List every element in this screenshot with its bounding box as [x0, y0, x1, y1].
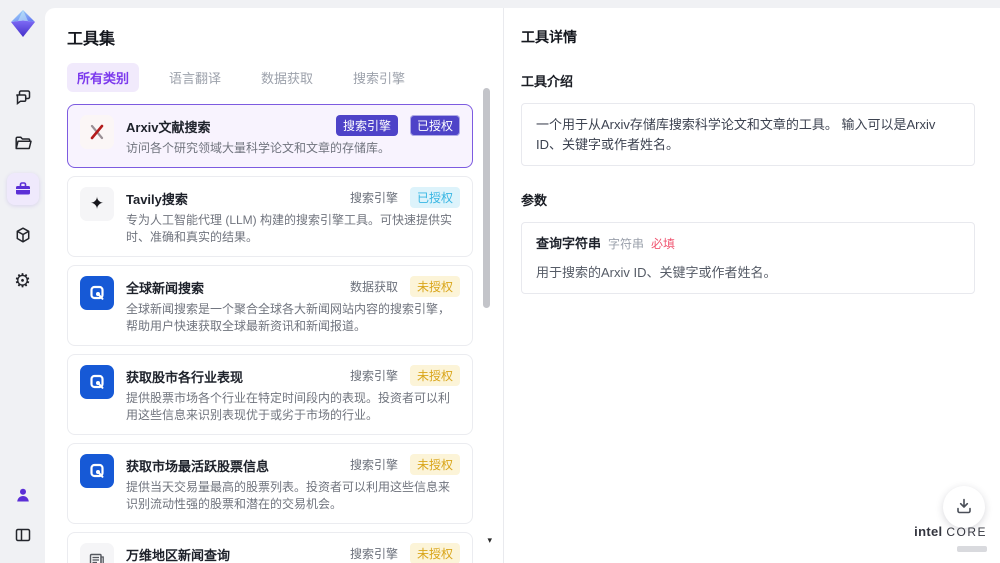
download-button[interactable] [943, 486, 985, 528]
tab-搜索引擎[interactable]: 搜索引擎 [343, 63, 415, 92]
tool-description: 提供股票市场各个行业在特定时间段内的表现。投资者可以利用这些信息来识别表现优于或… [126, 391, 451, 423]
tool-list: Arxiv文献搜索 搜索引擎 已授权 访问各个研究领域大量科学论文和文章的存储库… [67, 104, 473, 563]
intro-box: 一个用于从Arxiv存储库搜索科学论文和文章的工具。 输入可以是Arxiv ID… [521, 103, 975, 166]
core-wordmark: CORE [946, 525, 987, 539]
tool-title: Tavily搜索 [126, 192, 188, 208]
tool-auth-badge: 已授权 [409, 115, 460, 136]
intel-sub-badge [957, 546, 987, 552]
intro-heading: 工具介绍 [521, 74, 574, 89]
tool-description: 提供当天交易量最高的股票列表。投资者可以利用这些信息来识别流动性强的股票和潜在的… [126, 480, 451, 512]
tab-语言翻译[interactable]: 语言翻译 [159, 63, 231, 92]
tool-category-tag: 搜索引擎 [349, 369, 398, 384]
app-logo-icon [6, 7, 40, 41]
sidebar-item-settings[interactable]: ⚙ [7, 265, 39, 297]
scrollbar-thumb[interactable] [483, 88, 490, 308]
tab-所有类别[interactable]: 所有类别 [67, 63, 140, 92]
page-title: 工具集 [67, 31, 116, 48]
tool-category-tag: 数据获取 [349, 280, 398, 295]
arxiv-icon [80, 115, 114, 149]
tools-pane: 工具集 所有类别 语言翻译 数据获取 搜索引擎 Arxiv文献搜索 搜索引擎 已授权 … [45, 8, 503, 563]
intel-wordmark: intel [914, 524, 943, 539]
tab-数据获取[interactable]: 数据获取 [251, 63, 323, 92]
tool-card[interactable]: 全球新闻搜索 数据获取 未授权 全球新闻搜索是一个聚合全球各大新闻网站内容的搜索… [67, 265, 473, 347]
gear-icon: ⚙ [13, 270, 32, 292]
download-icon [954, 496, 974, 519]
sidebar-item-packages[interactable] [7, 219, 39, 251]
tool-auth-badge: 未授权 [409, 276, 460, 298]
tool-auth-badge: 未授权 [409, 543, 460, 563]
params-heading: 参数 [521, 193, 548, 208]
panels-icon [13, 525, 33, 545]
intro-text: 一个用于从Arxiv存储库搜索科学论文和文章的工具。 输入可以是Arxiv ID… [536, 117, 936, 152]
param-box: 查询字符串 字符串 必填 用于搜索的Arxiv ID、关键字或作者姓名。 [521, 222, 975, 294]
tool-card[interactable]: Arxiv文献搜索 搜索引擎 已授权 访问各个研究领域大量科学论文和文章的存储库… [67, 104, 473, 169]
tool-card[interactable]: ✦ Tavily搜索 搜索引擎 已授权 专为人工智能代理 (LLM) 构建的搜索… [67, 176, 473, 258]
sidebar-item-chat[interactable] [7, 81, 39, 113]
sidebar-item-user[interactable] [7, 479, 39, 511]
tool-title: 全球新闻搜索 [126, 281, 205, 297]
globalnews-icon [80, 365, 114, 400]
sidebar: ⚙ [0, 0, 45, 563]
cube-icon [13, 225, 33, 245]
tool-description: 访问各个研究领域大量科学论文和文章的存储库。 [126, 141, 391, 155]
tavily-icon: ✦ [80, 187, 114, 222]
briefcase-icon [13, 179, 33, 199]
tool-auth-badge: 未授权 [409, 454, 460, 476]
details-title: 工具详情 [521, 29, 577, 45]
newspaper-icon [80, 543, 114, 563]
param-name: 查询字符串 [536, 236, 602, 251]
tool-auth-badge: 未授权 [409, 365, 460, 387]
tool-card[interactable]: 获取股市各行业表现 搜索引擎 未授权 提供股票市场各个行业在特定时间段内的表现。… [67, 354, 473, 436]
folder-icon [13, 133, 33, 153]
details-pane: 工具详情 工具介绍 一个用于从Arxiv存储库搜索科学论文和文章的工具。 输入可… [503, 8, 1000, 563]
tool-auth-badge: 已授权 [409, 187, 460, 209]
category-tabs: 所有类别 语言翻译 数据获取 搜索引擎 [67, 63, 473, 92]
user-icon [13, 485, 33, 505]
param-type: 字符串 [608, 237, 645, 251]
tool-title: 获取市场最活跃股票信息 [126, 459, 270, 475]
sidebar-item-tools[interactable] [6, 173, 39, 205]
param-required-badge: 必填 [651, 237, 676, 251]
tool-title: Arxiv文献搜索 [126, 120, 211, 135]
tool-category-tag: 搜索引擎 [335, 115, 398, 136]
tool-category-tag: 搜索引擎 [349, 458, 398, 473]
param-desc: 用于搜索的Arxiv ID、关键字或作者姓名。 [536, 264, 777, 280]
tool-card[interactable]: 获取市场最活跃股票信息 搜索引擎 未授权 提供当天交易量最高的股票列表。投资者可… [67, 443, 473, 525]
chat-icon [13, 87, 33, 107]
tool-card[interactable]: 万维地区新闻查询 搜索引擎 未授权 查询具体行政区划内的新闻，快速了解各地新闻动 [67, 532, 473, 563]
scroll-down-icon[interactable]: ▾ [487, 535, 492, 546]
globalnews-icon [80, 276, 114, 311]
tool-description: 全球新闻搜索是一个聚合全球各大新闻网站内容的搜索引擎，帮助用户快速获取全球最新资… [126, 302, 451, 334]
tool-category-tag: 搜索引擎 [349, 547, 398, 562]
tool-title: 万维地区新闻查询 [126, 548, 231, 563]
tool-description: 专为人工智能代理 (LLM) 构建的搜索引擎工具。可快速提供实时、准确和真实的结… [126, 213, 453, 245]
sidebar-item-files[interactable] [7, 127, 39, 159]
tool-title: 获取股市各行业表现 [126, 370, 244, 386]
sidebar-item-panels[interactable] [7, 519, 39, 551]
globalnews-icon [80, 454, 114, 489]
main-panel: 工具集 所有类别 语言翻译 数据获取 搜索引擎 Arxiv文献搜索 搜索引擎 已授权 … [45, 8, 1000, 563]
intel-core-logo: intel CORE [914, 524, 987, 557]
tool-category-tag: 搜索引擎 [349, 191, 398, 206]
